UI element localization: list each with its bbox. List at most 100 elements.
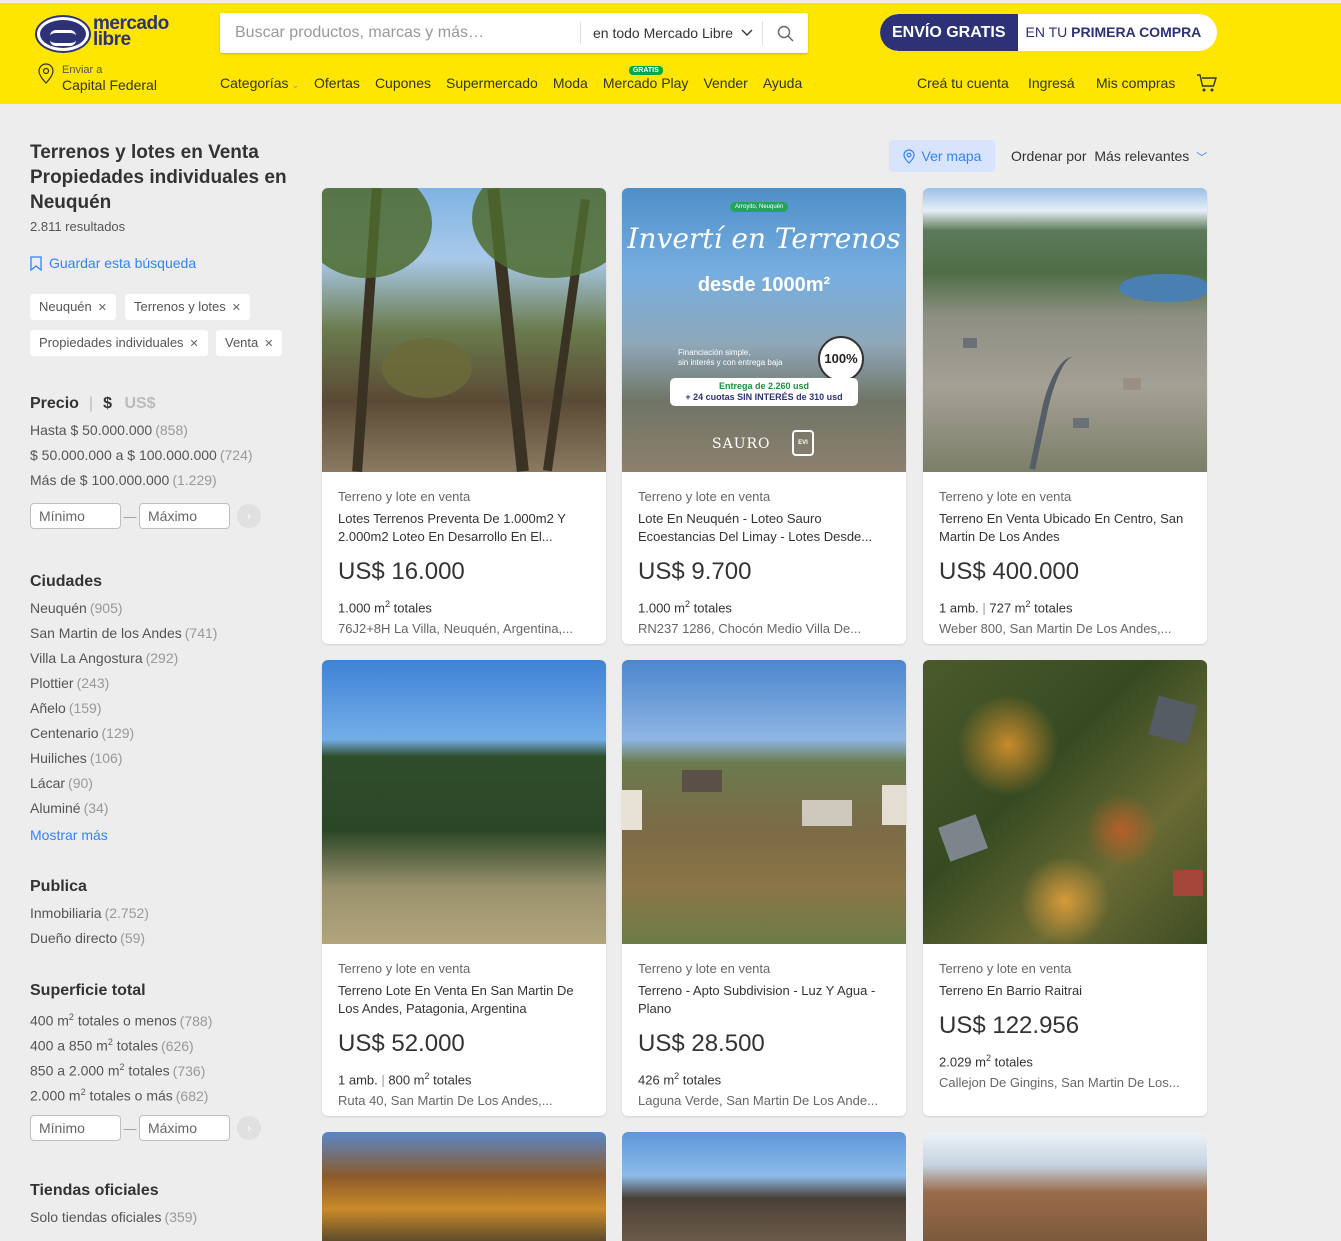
listing-title[interactable]: Terreno En Barrio Raitrai [939,982,1191,1000]
close-icon[interactable]: ✕ [264,338,273,350]
chevron-down-icon: ﹀ [1196,152,1208,164]
city-option[interactable]: Centenario (129) [30,721,292,746]
filter-chip[interactable]: Venta ✕ [216,330,283,356]
cart-icon[interactable] [1196,73,1218,93]
surface-option[interactable]: 400 m2 totales o menos (788) [30,1005,292,1030]
city-option[interactable]: Aluminé (34) [30,796,292,821]
sort-control[interactable]: Ordenar por Más relevantes ﹀ [1011,148,1207,165]
listing-image[interactable] [923,660,1207,944]
cities-title: Ciudades [30,573,103,590]
listing-card[interactable]: Arroyito, Neuquén Invertí en Terrenos de… [622,188,906,644]
price-option[interactable]: Más de $ 100.000.000 (1.229) [30,468,292,493]
nav-vender[interactable]: Vender [703,75,747,91]
nav-moda[interactable]: Moda [553,75,588,91]
listing-card[interactable]: Terreno y lote en venta Terreno En Venta… [923,188,1207,644]
my-purchases-link[interactable]: Mis compras [1096,75,1175,91]
listing-title[interactable]: Terreno Lote En Venta En San Martin De L… [338,982,590,1018]
nav-categorias[interactable]: Categorías ⌄ [220,75,299,91]
chevron-down-icon [741,29,753,36]
show-more-link[interactable]: Mostrar más [30,823,292,848]
city-option[interactable]: Villa La Angostura (292) [30,646,292,671]
nav-ayuda[interactable]: Ayuda [763,75,802,91]
location-pin-icon [38,63,54,84]
listing-image[interactable] [322,660,606,944]
stores-filter: Tiendas oficiales Solo tiendas oficiales… [30,1182,292,1230]
create-account-link[interactable]: Creá tu cuenta [917,75,1009,91]
publisher-filter: Publica Inmobiliaria (2.752) Dueño direct… [30,878,292,951]
listing-title[interactable]: Terreno - Apto Subdivision - Luz Y Agua … [638,982,890,1018]
listing-title[interactable]: Terreno En Venta Ubicado En Centro, San … [939,510,1191,546]
location-value: Capital Federal [62,77,157,93]
apply-surface-button[interactable]: › [237,1116,261,1140]
listing-title[interactable]: Lotes Terrenos Preventa De 1.000m2 Y 2.0… [338,510,590,546]
filters-sidebar: Terrenos y lotes en Venta Propiedades in… [30,140,292,1225]
nav-cupones[interactable]: Cupones [375,75,431,91]
surface-option[interactable]: 400 a 850 m2 totales (626) [30,1030,292,1055]
close-icon[interactable]: ✕ [190,338,199,350]
price-option[interactable]: $ 50.000.000 a $ 100.000.000 (724) [30,443,292,468]
search-bar: en todo Mercado Libre [220,13,808,53]
nav-ofertas[interactable]: Ofertas [314,75,360,91]
listing-image[interactable] [622,660,906,944]
listing-attributes: 1 amb. | 800 m2 totales [338,1071,472,1088]
currency-ars[interactable]: $ [103,395,112,412]
listing-card[interactable] [322,1132,606,1241]
city-option[interactable]: San Martin de los Andes (741) [30,621,292,646]
listing-title[interactable]: Lote En Neuquén - Loteo Sauro Ecoestanci… [638,510,890,546]
listing-card[interactable] [923,1132,1207,1241]
price-min-input[interactable] [30,503,121,529]
header: mercado libre en todo Mercado Libre ENVÍ… [0,3,1341,104]
close-icon[interactable]: ✕ [232,302,241,314]
location-pin-icon [902,148,915,164]
search-scope-select[interactable]: en todo Mercado Libre [580,22,753,44]
listing-image[interactable] [322,188,606,472]
filter-chip[interactable]: Neuquén ✕ [30,294,116,320]
ad-brand: SAURO [712,436,771,452]
store-option[interactable]: Solo tiendas oficiales (359) [30,1205,292,1230]
ad-financing: Financiación simple, sin interés y con en… [678,348,783,367]
nav-mercado-play[interactable]: GRATIS Mercado Play [603,66,688,91]
nav-supermercado[interactable]: Supermercado [446,75,538,91]
listing-location: Laguna Verde, San Martin De Los Ande... [638,1093,878,1109]
city-option[interactable]: Neuquén (905) [30,596,292,621]
listing-card[interactable] [622,1132,906,1241]
city-option[interactable]: Plottier (243) [30,671,292,696]
listing-card[interactable]: Terreno y lote en venta Terreno Lote En … [322,660,606,1116]
publisher-option[interactable]: Inmobiliaria (2.752) [30,901,292,926]
login-link[interactable]: Ingresá [1028,75,1075,91]
listing-card[interactable]: Terreno y lote en venta Lotes Terrenos P… [322,188,606,644]
city-option[interactable]: Huiliches (106) [30,746,292,771]
publisher-option[interactable]: Dueño directo (59) [30,926,292,951]
search-input[interactable] [220,13,580,53]
ad-subheadline: desde 1000m² [697,274,831,296]
price-option[interactable]: Hasta $ 50.000.000 (858) [30,418,292,443]
ad-evi-logo: EVI [792,430,814,456]
listing-body: Terreno y lote en venta Terreno - Apto S… [622,944,906,1108]
ad-location-badge: Arroyito, Neuquén [730,202,789,212]
apply-price-button[interactable]: › [237,504,261,528]
filter-chip[interactable]: Terrenos y lotes ✕ [125,294,250,320]
currency-usd[interactable]: US$ [124,395,155,412]
surface-min-input[interactable] [30,1115,121,1141]
listing-image[interactable]: Arroyito, Neuquén Invertí en Terrenos de… [622,188,906,472]
listing-category: Terreno y lote en venta [939,489,1072,504]
save-search-link[interactable]: Guardar esta búsqueda [30,255,196,271]
surface-option[interactable]: 850 a 2.000 m2 totales (736) [30,1055,292,1080]
free-shipping-banner[interactable]: ENVÍO GRATIS EN TU PRIMERA COMPRA [880,14,1217,51]
listing-category: Terreno y lote en venta [638,489,771,504]
listing-card[interactable]: Terreno y lote en venta Terreno - Apto S… [622,660,906,1116]
listing-price: US$ 122.956 [939,1012,1080,1039]
surface-option[interactable]: 2.000 m2 totales o más (682) [30,1080,292,1105]
city-option[interactable]: Lácar (90) [30,771,292,796]
view-map-button[interactable]: Ver mapa [889,140,995,172]
listing-card[interactable]: Terreno y lote en venta Terreno En Barri… [923,660,1207,1116]
close-icon[interactable]: ✕ [98,302,107,314]
city-option[interactable]: Añelo (159) [30,696,292,721]
mercadolibre-logo[interactable]: mercado libre [37,14,177,55]
price-max-input[interactable] [139,503,230,529]
search-button[interactable] [762,21,808,45]
listing-price: US$ 28.500 [638,1030,765,1057]
listing-image[interactable] [923,188,1207,472]
surface-max-input[interactable] [139,1115,230,1141]
filter-chip[interactable]: Propiedades individuales ✕ [30,330,208,356]
